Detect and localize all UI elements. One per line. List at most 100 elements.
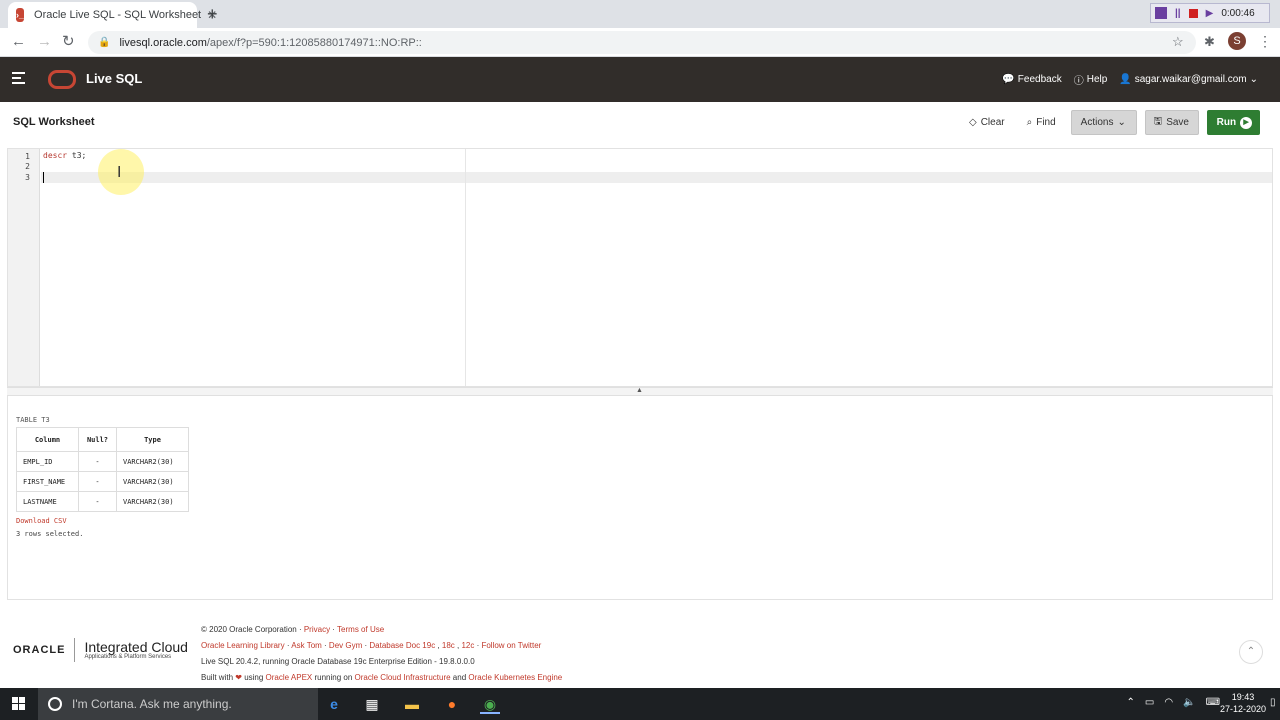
footer-version: Live SQL 20.4.2, running Oracle Database… — [201, 657, 475, 666]
pane-splitter[interactable]: ▲ — [7, 387, 1273, 396]
save-button[interactable]: 🖫 Save — [1144, 110, 1199, 135]
table-row: LASTNAME - VARCHAR2(30) — [16, 491, 189, 512]
app-title[interactable]: Live SQL — [86, 71, 142, 86]
table-cell: VARCHAR2(30) — [116, 451, 189, 472]
dev-gym-link[interactable]: Dev Gym — [329, 641, 362, 650]
oracle-footer-logo: ORACLE Integrated Cloud Applications & P… — [13, 638, 188, 662]
code-keyword: descr — [43, 151, 68, 160]
copyright: © 2020 Oracle Corporation — [201, 625, 297, 634]
privacy-link[interactable]: Privacy — [304, 625, 330, 634]
chevron-up-icon[interactable]: ⌃ — [1127, 697, 1135, 708]
file-explorer-icon[interactable]: ▬ — [402, 694, 422, 714]
browser-menu-icon[interactable]: ⋮ — [1258, 33, 1272, 50]
actions-button[interactable]: Actions ⌄ — [1070, 110, 1137, 135]
oci-link[interactable]: Oracle Cloud Infrastructure — [355, 673, 451, 682]
help-link[interactable]: ⓘ Help — [1074, 72, 1108, 87]
cortana-search[interactable]: I'm Cortana. Ask me anything. — [38, 688, 318, 720]
using-text: using — [244, 673, 264, 682]
logo-divider — [74, 638, 76, 662]
help-label: Help — [1086, 74, 1108, 85]
chevron-down-icon: ⌄ — [1117, 117, 1126, 128]
edge-icon[interactable]: e — [324, 694, 344, 714]
windows-start-icon[interactable] — [12, 697, 26, 711]
learning-library-link[interactable]: Oracle Learning Library — [201, 641, 285, 650]
play-icon[interactable]: ▶ — [1206, 8, 1214, 19]
pause-icon[interactable]: || — [1175, 8, 1181, 19]
run-button[interactable]: Run ▶ — [1206, 110, 1260, 135]
browser-tab[interactable]: ›_ Oracle Live SQL - SQL Worksheet ✕ — [8, 2, 217, 28]
reload-icon[interactable]: ↻ — [62, 33, 75, 51]
download-csv-link[interactable]: Download CSV — [16, 517, 67, 525]
keyboard-icon[interactable]: ⌨ — [1206, 697, 1220, 708]
scroll-to-top-button[interactable]: ⌃ — [1239, 640, 1263, 664]
recorder-icon — [1155, 7, 1167, 19]
bookmark-star-icon[interactable]: ☆ — [1172, 34, 1184, 50]
column-header: Null? — [78, 427, 117, 452]
new-tab-icon[interactable]: + — [207, 5, 218, 23]
ask-tom-link[interactable]: Ask Tom — [291, 641, 322, 650]
line-number: 1 — [25, 152, 30, 161]
battery-icon[interactable]: ▭ — [1145, 697, 1154, 708]
text-cursor — [43, 172, 44, 183]
built-with-text: Built with — [201, 673, 234, 682]
active-line-highlight — [41, 172, 1272, 183]
windows-taskbar: I'm Cortana. Ask me anything. e ▦ ▬ ● ◉ … — [0, 688, 1280, 720]
extensions-icon[interactable]: ✱ — [1204, 34, 1215, 50]
page-footer: ORACLE Integrated Cloud Applications & P… — [0, 600, 1280, 688]
oke-link[interactable]: Oracle Kubernetes Engine — [468, 673, 562, 682]
table-cell: EMPL_ID — [16, 451, 79, 472]
back-icon[interactable]: ← — [11, 33, 26, 51]
table-row: EMPL_ID - VARCHAR2(30) — [16, 451, 189, 472]
apex-link[interactable]: Oracle APEX — [266, 673, 313, 682]
terms-link[interactable]: Terms of Use — [337, 625, 384, 634]
code-line[interactable]: descr t3; — [43, 151, 86, 160]
describe-table: Column Null? Type EMPL_ID - VARCHAR2(30)… — [16, 427, 189, 512]
db-doc-18c-link[interactable]: 18c — [442, 641, 455, 650]
notifications-icon[interactable]: ▯ — [1270, 697, 1280, 708]
page-title: SQL Worksheet — [13, 116, 95, 128]
profile-avatar[interactable]: S — [1228, 32, 1246, 50]
table-cell: - — [78, 451, 117, 472]
integrated-cloud-title: Integrated Cloud — [84, 639, 188, 655]
table-cell: - — [78, 491, 117, 512]
user-menu[interactable]: 👤 sagar.waikar@gmail.com ⌄ — [1119, 74, 1258, 85]
browser-tabstrip: ›_ Oracle Live SQL - SQL Worksheet ✕ + |… — [0, 0, 1280, 28]
url-host: livesql.oracle.com — [119, 36, 207, 49]
firefox-icon[interactable]: ● — [442, 694, 462, 714]
stop-icon[interactable] — [1188, 8, 1198, 18]
print-margin — [465, 149, 466, 386]
wifi-icon[interactable]: ◠ — [1164, 697, 1173, 708]
rows-selected-text: 3 rows selected. — [16, 530, 84, 538]
footer-line-2: Oracle Learning Library · Ask Tom · Dev … — [201, 641, 542, 650]
volume-icon[interactable]: 🔈 — [1183, 697, 1195, 708]
forward-icon[interactable]: → — [37, 33, 52, 51]
user-icon: 👤 — [1119, 74, 1132, 85]
feedback-link[interactable]: 💬 Feedback — [1002, 74, 1061, 85]
address-bar[interactable]: 🔒 livesql.oracle.com/apex/f?p=590:1:1208… — [88, 31, 1196, 54]
oracle-favicon-icon: ›_ — [16, 8, 25, 22]
user-email: sagar.waikar@gmail.com — [1134, 74, 1247, 85]
twitter-link[interactable]: Follow on Twitter — [481, 641, 541, 650]
cortana-placeholder: I'm Cortana. Ask me anything. — [72, 697, 232, 711]
db-doc-12c-link[interactable]: 12c — [461, 641, 474, 650]
taskbar-clock[interactable]: 19:43 27-12-2020 — [1220, 691, 1266, 715]
table-row: FIRST_NAME - VARCHAR2(30) — [16, 471, 189, 492]
table-cell: - — [78, 471, 117, 492]
find-button[interactable]: ⌕ Find — [1019, 110, 1063, 135]
db-doc-19c-link[interactable]: Database Doc 19c — [369, 641, 435, 650]
oracle-logo-icon[interactable] — [48, 70, 76, 89]
clear-button[interactable]: ◇ Clear — [962, 110, 1012, 135]
collapse-arrow-icon[interactable]: ▲ — [636, 387, 643, 394]
store-icon[interactable]: ▦ — [362, 694, 382, 714]
recorder-bar: || ▶ 0:00:46 — [1150, 3, 1270, 23]
tab-title: Oracle Live SQL - SQL Worksheet — [34, 9, 202, 21]
results-pane: TABLE T3 Column Null? Type EMPL_ID - VAR… — [7, 396, 1273, 600]
feedback-icon: 💬 — [1002, 74, 1015, 85]
hamburger-menu-icon[interactable] — [12, 72, 25, 87]
sql-editor[interactable]: 1 2 3 descr t3; — [7, 148, 1273, 387]
code-text: t3; — [67, 151, 87, 160]
table-cell: VARCHAR2(30) — [116, 491, 189, 512]
chrome-icon[interactable]: ◉ — [480, 694, 500, 714]
lock-icon: 🔒 — [98, 37, 111, 48]
cortana-icon — [48, 697, 62, 711]
